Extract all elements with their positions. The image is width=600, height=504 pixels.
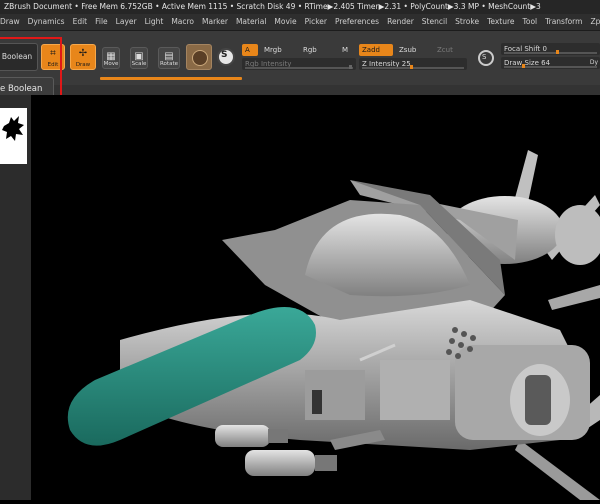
draw-label: Draw — [75, 62, 91, 68]
draw-size-knob[interactable] — [522, 64, 525, 68]
z-intensity-knob[interactable] — [410, 65, 413, 69]
menu-movie[interactable]: Movie — [270, 14, 300, 30]
menu-material[interactable]: Material — [232, 14, 270, 30]
focal-shift-knob[interactable] — [556, 50, 559, 54]
zcut-toggle[interactable]: Zcut — [434, 44, 462, 56]
menu-stencil[interactable]: Stencil — [418, 14, 451, 30]
brush-icon — [192, 50, 208, 66]
spaceship-model — [67, 150, 600, 500]
material-brush-button[interactable] — [186, 44, 212, 70]
menu-marker[interactable]: Marker — [198, 14, 232, 30]
transform-mode-indicator — [100, 77, 242, 80]
draw-size-track — [504, 64, 597, 68]
draw-button[interactable]: ✢ Draw — [70, 44, 96, 70]
menu-layer[interactable]: Layer — [112, 14, 141, 30]
menu-transform[interactable]: Transform — [541, 14, 586, 30]
scale-label: Scale — [131, 61, 147, 67]
menu-draw[interactable]: Draw — [0, 14, 24, 30]
splat-icon — [2, 116, 24, 141]
focal-shift-track — [504, 50, 597, 54]
rgb-intensity-slider[interactable]: Rgb Intensity — [242, 58, 356, 70]
mrgb-toggle[interactable]: Mrgb — [261, 44, 291, 56]
s-icon: S — [221, 50, 228, 60]
rotate-button[interactable]: ▤ Rotate — [158, 47, 180, 69]
zadd-toggle[interactable]: Zadd — [359, 44, 393, 56]
title-bar: ZBrush Document • Free Mem 6.752GB • Act… — [0, 0, 600, 14]
move-label: Move — [103, 61, 119, 67]
menu-light[interactable]: Light — [141, 14, 168, 30]
menu-bar: Draw Dynamics Edit File Layer Light Macro Marke… — [0, 14, 600, 31]
alpha-thumbnail[interactable] — [0, 108, 27, 164]
lazy-mouse-button[interactable]: S — [478, 50, 494, 66]
rgb-intensity-track — [245, 65, 353, 69]
z-intensity-track — [362, 65, 464, 69]
menu-edit[interactable]: Edit — [69, 14, 92, 30]
scale-button[interactable]: ▣ Scale — [130, 47, 148, 69]
rgb-toggle[interactable]: Rgb — [300, 44, 330, 56]
shelf-divider — [0, 85, 600, 95]
menu-zplugin[interactable]: Zplugin — [586, 14, 600, 30]
s-icon: S — [482, 53, 487, 61]
a-toggle[interactable]: A — [242, 44, 258, 56]
title-bar-text: ZBrush Document • Free Mem 6.752GB • Act… — [4, 2, 541, 11]
m-toggle[interactable]: M — [339, 44, 353, 56]
menu-file[interactable]: File — [91, 14, 112, 30]
menu-texture[interactable]: Texture — [483, 14, 518, 30]
move-button[interactable]: ▦ Move — [102, 47, 120, 69]
draw-icon: ✢ — [78, 48, 88, 59]
menu-tool[interactable]: Tool — [519, 14, 542, 30]
menu-render[interactable]: Render — [383, 14, 418, 30]
z-intensity-slider[interactable]: Z Intensity 25 — [359, 58, 467, 70]
menu-macro[interactable]: Macro — [167, 14, 198, 30]
rotate-label: Rotate — [159, 61, 178, 67]
canvas-viewport[interactable] — [31, 95, 600, 500]
draw-size-slider[interactable]: Draw Size 64 Dy — [501, 57, 600, 69]
stroke-button[interactable]: S — [217, 48, 235, 66]
menu-preferences[interactable]: Preferences — [331, 14, 383, 30]
menu-picker[interactable]: Picker — [301, 14, 331, 30]
rgb-intensity-knob[interactable] — [349, 65, 352, 69]
menu-stroke[interactable]: Stroke — [451, 14, 483, 30]
menu-dynamics[interactable]: Dynamics — [24, 14, 69, 30]
zsub-toggle[interactable]: Zsub — [396, 44, 426, 56]
focal-shift-slider[interactable]: Focal Shift 0 — [501, 43, 600, 55]
